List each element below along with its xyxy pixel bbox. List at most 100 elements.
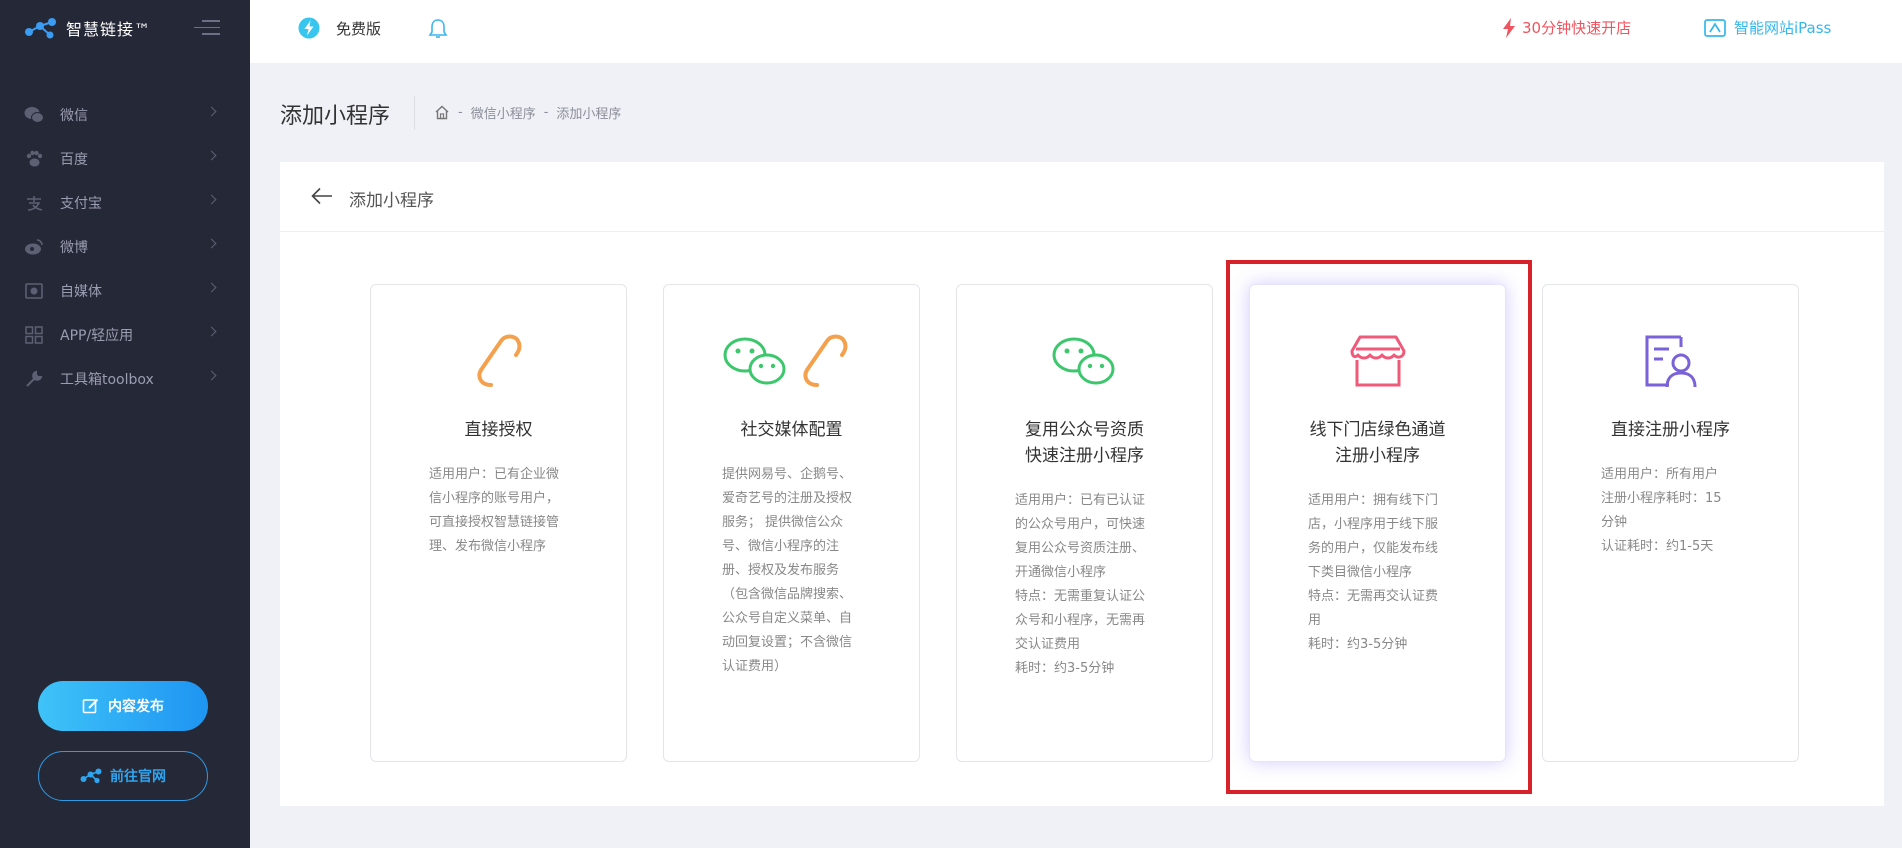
- card-desc-line: 分钟: [1601, 515, 1628, 530]
- wrench-icon: [24, 369, 44, 389]
- card-desc-line: 适用用户：已有已认证: [1015, 493, 1146, 508]
- sidebar-item-label: 微博: [60, 240, 88, 256]
- lightning-circle-icon: [298, 17, 320, 39]
- chevron-right-icon: [206, 370, 217, 381]
- card-desc-line: 公众号自定义菜单、自: [722, 611, 853, 626]
- ipass-link[interactable]: 智能网站iPass: [1704, 17, 1831, 38]
- card-description: 适用用户：已有企业微 信小程序的账号用户， 可直接授权智慧链接管 理、发布微信小…: [429, 463, 574, 559]
- version-badge[interactable]: 免费版: [298, 17, 381, 39]
- ipass-label: 智能网站iPass: [1734, 19, 1832, 37]
- sidebar-item-app[interactable]: APP/轻应用: [0, 313, 250, 357]
- link-icon: [371, 333, 626, 389]
- card-desc-line: 提供网易号、企鹅号、: [722, 467, 853, 482]
- card-description: 适用用户：已有已认证 的公众号用户，可快速 复用公众号资质注册、 开通微信小程序…: [1015, 489, 1160, 681]
- home-icon[interactable]: [434, 105, 450, 120]
- edit-icon: [82, 698, 99, 714]
- chevron-right-icon: [206, 106, 217, 117]
- card-desc-line: 信小程序的账号用户，: [429, 491, 560, 506]
- card-desc-line: 注册小程序耗时：15: [1601, 491, 1722, 506]
- sidebar-item-wechat[interactable]: 微信: [0, 93, 250, 137]
- card-title: 复用公众号资质 快速注册小程序: [977, 417, 1192, 469]
- app-grid-icon: [24, 325, 44, 345]
- selection-highlight-frame: [1226, 260, 1532, 794]
- breadcrumb-separator: -: [543, 105, 549, 120]
- card-title-line: 直接注册小程序: [1611, 420, 1730, 440]
- chevron-right-icon: [206, 326, 217, 337]
- breadcrumb-item-mini-program[interactable]: 微信小程序: [471, 103, 536, 122]
- card-description: 适用用户：所有用户 注册小程序耗时：15 分钟 认证耗时：约1-5天: [1601, 463, 1746, 559]
- weibo-icon: [24, 237, 44, 257]
- card-title-line: 直接授权: [464, 420, 533, 440]
- wechat-icon: [957, 333, 1212, 389]
- card-desc-line: 众号和小程序，无需再: [1015, 613, 1146, 628]
- card-title: 社交媒体配置: [684, 417, 899, 443]
- card-desc-line: 服务； 提供微信公众: [722, 515, 844, 530]
- chevron-right-icon: [206, 238, 217, 249]
- visit-website-label: 前往官网: [110, 769, 166, 785]
- media-icon: [24, 281, 44, 301]
- sidebar-item-label: 自媒体: [60, 284, 102, 300]
- bell-icon[interactable]: [428, 18, 448, 44]
- sidebar-menu: 微信 百度 支付宝 微博 自媒体 APP/轻应用 工具箱toolbox: [0, 93, 250, 401]
- card-desc-line: 爱奇艺号的注册及授权: [722, 491, 853, 506]
- publish-content-button[interactable]: 内容发布: [38, 681, 208, 731]
- card-desc-line: 理、发布微信小程序: [429, 539, 547, 554]
- menu-toggle-icon[interactable]: [194, 20, 220, 36]
- sidebar-item-label: 百度: [60, 152, 88, 168]
- sidebar-item-weibo[interactable]: 微博: [0, 225, 250, 269]
- card-title-line: 复用公众号资质: [1025, 420, 1144, 440]
- card-desc-line: 特点：无需重复认证公: [1015, 589, 1146, 604]
- alipay-icon: [24, 193, 44, 213]
- card-desc-line: 复用公众号资质注册、: [1015, 541, 1146, 556]
- card-title: 直接授权: [391, 417, 606, 443]
- option-card-reuse-account[interactable]: 复用公众号资质 快速注册小程序 适用用户：已有已认证 的公众号用户，可快速 复用…: [956, 284, 1213, 762]
- brand-name: 智慧链接™: [66, 20, 152, 39]
- sidebar-item-baidu[interactable]: 百度: [0, 137, 250, 181]
- page-title: 添加小程序: [280, 104, 391, 129]
- paw-icon: [24, 149, 44, 169]
- card-desc-line: 交认证费用: [1015, 637, 1081, 652]
- brand[interactable]: 智慧链接™: [24, 14, 151, 42]
- breadcrumb-separator: -: [458, 105, 463, 120]
- breadcrumb: - 微信小程序 - 添加小程序: [434, 103, 621, 122]
- publish-content-label: 内容发布: [108, 699, 164, 715]
- card-desc-line: 耗时：约3-5分钟: [1015, 661, 1115, 676]
- fast-open-store-link[interactable]: 30分钟快速开店: [1502, 17, 1631, 38]
- top-bar: 免费版 30分钟快速开店 智能网站iPass: [250, 0, 1902, 63]
- network-icon: [80, 768, 102, 784]
- card-desc-line: 号、微信小程序的注: [722, 539, 840, 554]
- id-card-icon: [1543, 333, 1798, 389]
- sidebar-item-media[interactable]: 自媒体: [0, 269, 250, 313]
- option-card-direct-auth[interactable]: 直接授权 适用用户：已有企业微 信小程序的账号用户， 可直接授权智慧链接管 理、…: [370, 284, 627, 762]
- wechat-link-icon: [664, 333, 919, 389]
- option-card-direct-register[interactable]: 直接注册小程序 适用用户：所有用户 注册小程序耗时：15 分钟 认证耗时：约1-…: [1542, 284, 1799, 762]
- card-description: 提供网易号、企鹅号、 爱奇艺号的注册及授权 服务； 提供微信公众 号、微信小程序…: [722, 463, 867, 679]
- card-desc-line: （包含微信品牌搜索、: [722, 587, 853, 602]
- version-label: 免费版: [336, 19, 382, 38]
- wechat-icon: [24, 105, 44, 125]
- brand-logo-icon: [25, 18, 56, 39]
- title-divider: [414, 96, 415, 130]
- card-desc-line: 认证费用）: [722, 659, 788, 674]
- ipass-icon: [1704, 18, 1726, 37]
- card-title: 直接注册小程序: [1563, 417, 1778, 443]
- panel-header: 添加小程序: [280, 162, 1884, 232]
- visit-website-button[interactable]: 前往官网: [38, 751, 208, 801]
- card-desc-line: 的公众号用户，可快速: [1015, 517, 1146, 532]
- lightning-icon: [1503, 17, 1515, 38]
- sidebar-item-toolbox[interactable]: 工具箱toolbox: [0, 357, 250, 401]
- card-desc-line: 册、授权及发布服务: [722, 563, 840, 578]
- option-card-social-media[interactable]: 社交媒体配置 提供网易号、企鹅号、 爱奇艺号的注册及授权 服务； 提供微信公众 …: [663, 284, 920, 762]
- card-desc-line: 开通微信小程序: [1015, 565, 1107, 580]
- chevron-right-icon: [206, 194, 217, 205]
- sidebar-item-label: 微信: [60, 108, 88, 124]
- breadcrumb-item-current: 添加小程序: [556, 107, 622, 122]
- card-desc-line: 认证耗时：约1-5天: [1601, 539, 1714, 554]
- sidebar-item-label: APP/轻应用: [60, 328, 134, 344]
- card-desc-line: 动回复设置；不含微信: [722, 635, 853, 650]
- card-desc-line: 适用用户：所有用户: [1601, 467, 1719, 482]
- back-arrow-icon[interactable]: [310, 186, 334, 210]
- sidebar-item-alipay[interactable]: 支付宝: [0, 181, 250, 225]
- chevron-right-icon: [206, 282, 217, 293]
- sidebar-item-label: 支付宝: [60, 196, 102, 212]
